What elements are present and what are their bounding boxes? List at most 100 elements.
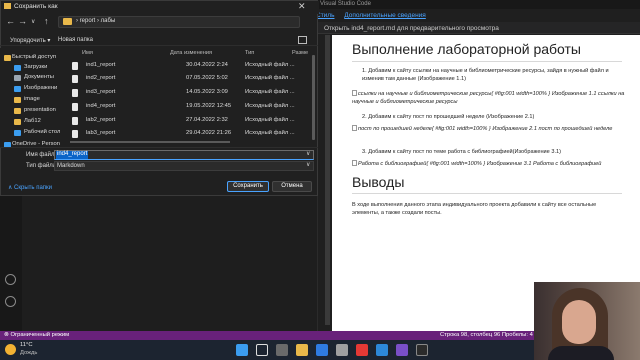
filename-input[interactable] — [54, 150, 314, 160]
nav-item-downloads[interactable]: Загрузки — [24, 64, 47, 70]
up-arrow-icon[interactable]: ↑ — [44, 16, 49, 26]
column-type[interactable]: Тип — [245, 50, 254, 56]
start-icon[interactable] — [236, 344, 248, 356]
organize-button[interactable]: Упорядочить ▾ — [10, 37, 50, 44]
file-name: ind4_report — [86, 103, 116, 109]
back-arrow-icon[interactable]: ← — [6, 16, 15, 26]
desktop-icon — [14, 130, 21, 136]
file-modified: 30.04.2022 2:24 — [186, 62, 228, 68]
file-modified: 19.05.2022 12:45 — [186, 103, 232, 109]
documents-icon — [14, 75, 21, 81]
file-row[interactable]: ind3_report 14.05.2022 3:09 Исходный фай… — [70, 88, 314, 98]
column-size[interactable]: Разме — [292, 50, 308, 56]
editor-scrollbar[interactable] — [325, 35, 330, 325]
nav-item-desktop[interactable]: Рабочий стол — [24, 129, 60, 135]
file-icon — [72, 62, 78, 70]
weather-temperature[interactable]: 11°C — [20, 342, 33, 348]
nav-item-image[interactable]: image — [24, 96, 40, 102]
broken-image-icon — [352, 160, 357, 166]
settings-gear-icon[interactable] — [5, 296, 16, 307]
yandex-browser-icon[interactable] — [356, 344, 368, 356]
column-name[interactable]: Имя — [82, 50, 93, 56]
nav-item-quick-access[interactable]: Быстрый доступ — [12, 54, 56, 60]
hide-folders-button[interactable]: ∧ Скрыть папки — [8, 184, 52, 191]
chevron-down-icon[interactable]: ∨ — [31, 18, 35, 25]
filetype-select[interactable] — [54, 161, 314, 171]
file-modified: 29.04.2022 21:26 — [186, 130, 232, 136]
folder-icon — [14, 119, 21, 125]
file-list-hscrollbar[interactable] — [70, 141, 230, 143]
restricted-mode-indicator[interactable]: ⊗ Ограниченный режим — [4, 332, 69, 338]
file-icon — [72, 103, 78, 111]
nav-item-presentation[interactable]: presentation — [24, 107, 56, 113]
image-1-alt-text: ссылки на научные и библиометрические ре… — [352, 91, 625, 105]
file-row[interactable]: ind2_report 07.05.2022 5:02 Исходный фай… — [70, 74, 314, 84]
close-icon[interactable]: ✕ — [298, 1, 306, 12]
dialog-app-icon — [4, 3, 11, 9]
file-type: Исходный файл ... — [245, 62, 295, 68]
webcam-person-shirt — [548, 346, 614, 360]
webcam-person-face — [562, 300, 596, 344]
app-icon[interactable] — [396, 344, 408, 356]
vscode-links: Стиль Дополнительные сведения — [316, 12, 434, 19]
file-name: ind3_report — [86, 89, 116, 95]
image-3-alt-text: Работа с библиографией{ #fig:001 width=1… — [358, 161, 602, 167]
folder-icon — [14, 108, 21, 114]
filename-value[interactable]: ind4_report — [56, 151, 89, 159]
file-row[interactable]: ind1_report 30.04.2022 2:24 Исходный фай… — [70, 61, 314, 71]
file-row[interactable]: lab2_report 27.04.2022 2:32 Исходный фай… — [70, 116, 314, 126]
broken-image-icon — [352, 90, 357, 96]
dialog-title: Сохранить как — [14, 3, 58, 10]
column-modified[interactable]: Дата изменения — [170, 50, 212, 56]
file-explorer-icon[interactable] — [296, 344, 308, 356]
cursor-position[interactable]: Строка 98, столбец 96 Пробелы: 4 — [440, 332, 533, 338]
preview-heading-1: Выполнение лабораторной работы — [352, 41, 581, 57]
file-name: ind2_report — [86, 75, 116, 81]
vscode-taskbar-icon[interactable] — [376, 344, 388, 356]
cancel-button[interactable]: Отмена — [272, 181, 312, 192]
broken-image-icon — [352, 125, 357, 131]
store-icon[interactable] — [336, 344, 348, 356]
file-modified: 27.04.2022 2:32 — [186, 117, 228, 123]
account-icon[interactable] — [5, 274, 16, 285]
file-icon — [72, 117, 78, 125]
more-info-link[interactable]: Дополнительные сведения — [344, 12, 426, 19]
image-1-alt: ссылки на научные и библиометрические ре… — [352, 90, 626, 106]
new-folder-button[interactable]: Новая папка — [58, 37, 93, 43]
heading-rule — [352, 193, 622, 194]
file-row[interactable]: ind4_report 19.05.2022 12:45 Исходный фа… — [70, 102, 314, 112]
task-view-icon[interactable] — [276, 344, 288, 356]
search-icon[interactable] — [256, 344, 268, 356]
folder-icon — [63, 18, 72, 25]
step-3: 3. Добавим к сайту пост по теме работа с… — [362, 149, 561, 155]
nav-item-pictures[interactable]: Изображени — [24, 85, 57, 91]
image-2-alt: пост по прошедшей неделе{ #fig:001 width… — [352, 125, 626, 133]
chevron-down-icon[interactable]: ∨ — [306, 150, 310, 157]
preview-tab-label: Открыть ind4_report.md для предварительн… — [324, 25, 499, 32]
file-name: lab2_report — [86, 117, 116, 123]
file-row[interactable]: lab3_report 29.04.2022 21:26 Исходный фа… — [70, 129, 314, 139]
file-type: Исходный файл ... — [245, 89, 295, 95]
file-icon — [72, 89, 78, 97]
pictures-icon — [14, 86, 21, 92]
image-2-alt-text: пост по прошедшей неделе{ #fig:001 width… — [358, 126, 613, 132]
chevron-down-icon[interactable]: ∨ — [306, 161, 310, 168]
conclusion-text: В ходе выполнения данного этапа индивиду… — [352, 202, 597, 216]
preview-heading-2: Выводы — [352, 174, 405, 190]
file-name: ind1_report — [86, 62, 116, 68]
vscode-title: Visual Studio Code — [320, 1, 371, 7]
address-path[interactable]: › report › лабы — [76, 18, 115, 24]
save-button[interactable]: Сохранить — [227, 181, 269, 192]
weather-description[interactable]: Дождь — [20, 350, 37, 356]
nav-item-documents[interactable]: Документы — [24, 74, 54, 80]
heading-rule — [352, 61, 622, 62]
file-type: Исходный файл ... — [245, 117, 295, 123]
view-options-icon[interactable] — [298, 36, 307, 44]
edge-browser-icon[interactable] — [316, 344, 328, 356]
forward-arrow-icon[interactable]: → — [18, 16, 27, 26]
filetype-value[interactable]: Markdown — [57, 163, 85, 169]
nav-item-lab12[interactable]: Лаб12 — [24, 118, 41, 124]
terminal-icon[interactable] — [416, 344, 428, 356]
file-list-scrollbar[interactable] — [312, 55, 315, 140]
weather-icon[interactable] — [5, 344, 16, 355]
